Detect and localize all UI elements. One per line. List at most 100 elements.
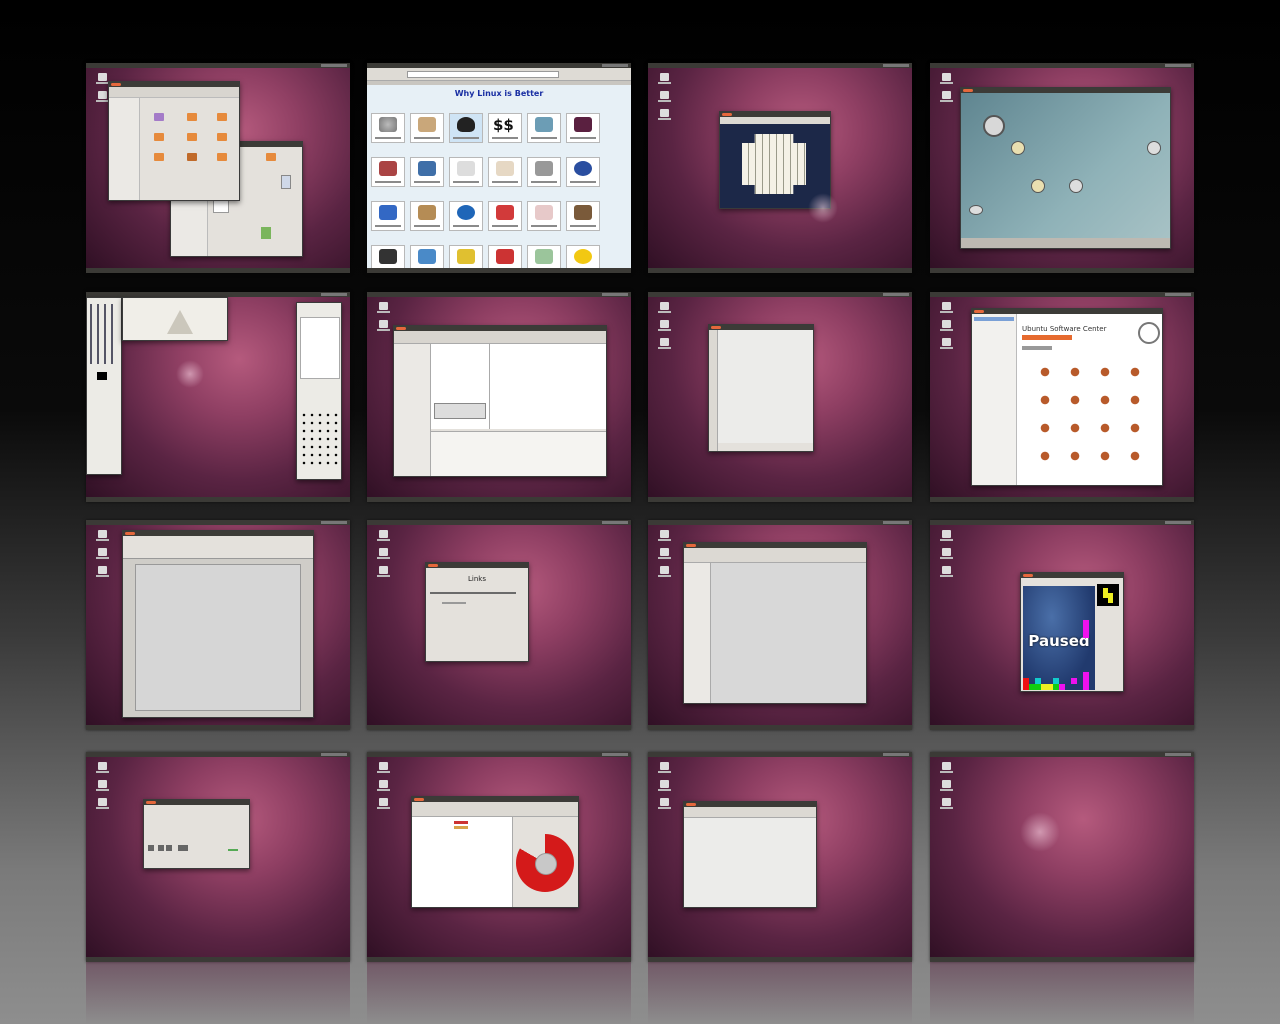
image-viewer-window[interactable] [708, 324, 814, 452]
item-icon[interactable] [166, 845, 172, 851]
bottom-panel [86, 497, 350, 502]
tile-horse[interactable] [410, 201, 444, 231]
tile-seal[interactable] [566, 157, 600, 187]
viewer-toolbar[interactable] [709, 330, 718, 451]
foreground-color[interactable] [97, 372, 107, 380]
workspace-8[interactable]: Ubuntu Software Center [930, 292, 1194, 502]
disk-usage-window[interactable] [411, 796, 579, 908]
app-toolbar[interactable] [684, 548, 866, 563]
workspace-11[interactable] [648, 520, 912, 730]
tile-liberty[interactable] [527, 113, 561, 143]
photo-app-window[interactable] [960, 87, 1171, 249]
folder-icon[interactable] [187, 113, 197, 121]
desktop-drive-icon [377, 798, 390, 809]
bottom-panel [648, 725, 912, 730]
small-app-window[interactable] [143, 799, 250, 869]
tile-person[interactable] [449, 157, 483, 187]
workspace-10[interactable]: Links [367, 520, 631, 730]
workspace-4[interactable] [930, 63, 1194, 273]
tile-safe[interactable] [527, 157, 561, 187]
tetris-window[interactable]: Paused [1020, 572, 1124, 692]
bottom-panel [930, 268, 1194, 273]
item-icon[interactable] [148, 845, 154, 851]
workspace-1[interactable] [86, 63, 350, 273]
tile-arrow[interactable] [488, 201, 522, 231]
eye-icon[interactable] [969, 205, 983, 215]
tile-globe-stand[interactable] [410, 157, 444, 187]
formatting-toolbar[interactable] [123, 536, 313, 559]
item-icon[interactable] [158, 845, 164, 851]
folder-tree[interactable] [412, 817, 513, 907]
workspace-9[interactable] [86, 520, 350, 730]
tile-windows[interactable] [371, 201, 405, 231]
album-icon[interactable] [1069, 179, 1083, 193]
list-app-window[interactable] [683, 542, 867, 704]
tile-tux[interactable] [449, 113, 483, 143]
tetris-board[interactable]: Paused [1023, 586, 1095, 690]
document-page[interactable] [135, 564, 301, 711]
window-menubar[interactable] [684, 807, 816, 818]
desktop-drive-icon [96, 91, 109, 102]
mahjongg-tiles[interactable] [742, 134, 806, 194]
top-panel [930, 520, 1194, 525]
item-icon[interactable] [178, 845, 188, 851]
software-center-window[interactable]: Ubuntu Software Center [971, 308, 1163, 486]
tile-cards[interactable] [371, 157, 405, 187]
gimp-image-window[interactable] [122, 297, 228, 341]
analyzer-toolbar[interactable] [412, 802, 578, 817]
gimp-layers-dock[interactable] [296, 302, 342, 480]
folder-icon[interactable] [217, 133, 227, 141]
workspace-12[interactable]: Paused [930, 520, 1194, 730]
folder-icon[interactable] [154, 113, 164, 121]
tile-tower[interactable] [410, 113, 444, 143]
folder-icon[interactable] [187, 153, 197, 161]
workspace-5[interactable] [86, 292, 350, 502]
folder-icon[interactable] [187, 133, 197, 141]
tile-list[interactable] [488, 157, 522, 187]
ring-chart[interactable] [516, 834, 574, 892]
tile-globe[interactable] [449, 201, 483, 231]
next-piece-preview [1097, 584, 1119, 606]
mail-folder-list[interactable] [394, 344, 431, 476]
gimp-toolbox[interactable] [86, 297, 122, 475]
tile-chart[interactable] [527, 201, 561, 231]
tile-dollar[interactable]: $$ [488, 113, 522, 143]
desktop-drive-icon [377, 548, 390, 559]
word-processor-window[interactable] [122, 530, 314, 718]
workspace-3[interactable] [648, 63, 912, 273]
brush-grid[interactable] [300, 411, 338, 467]
workspace-16[interactable] [930, 752, 1194, 962]
side-pane[interactable] [684, 563, 711, 703]
camera-icon[interactable] [983, 115, 1005, 137]
workspace-13[interactable] [86, 752, 350, 962]
export-icon[interactable] [1147, 141, 1161, 155]
top-panel [86, 752, 350, 757]
tile-photo[interactable] [566, 201, 600, 231]
mail-client-window[interactable] [393, 325, 607, 477]
desktop-drive-icon [940, 338, 953, 349]
software-center-sidebar[interactable] [972, 314, 1017, 485]
address-bar[interactable] [407, 71, 559, 78]
desktop-drive-icon [658, 548, 671, 559]
file-manager-window[interactable] [108, 81, 240, 201]
workspace-6[interactable] [367, 292, 631, 502]
gimp-tools[interactable] [90, 304, 118, 364]
folder-icon[interactable] [217, 113, 227, 121]
category-icons[interactable] [1030, 358, 1140, 468]
workspace-14[interactable] [367, 752, 631, 962]
folder-icon[interactable] [217, 153, 227, 161]
folder-icon[interactable] [154, 153, 164, 161]
folder-icon[interactable] [266, 153, 276, 161]
tile-sun[interactable] [371, 113, 405, 143]
workspace-15[interactable] [648, 752, 912, 962]
workspace-7[interactable] [648, 292, 912, 502]
back-icon[interactable] [1011, 141, 1025, 155]
edit-icon[interactable] [1031, 179, 1045, 193]
folder-icon[interactable] [154, 133, 164, 141]
tile-screen[interactable] [566, 113, 600, 143]
links-dialog[interactable]: Links [425, 562, 529, 662]
workspace-2[interactable]: Why Linux is Better $$ [367, 63, 631, 273]
desktop-drive-icon [377, 302, 390, 313]
blank-app-window[interactable] [683, 801, 817, 908]
search-field[interactable] [1022, 335, 1072, 340]
